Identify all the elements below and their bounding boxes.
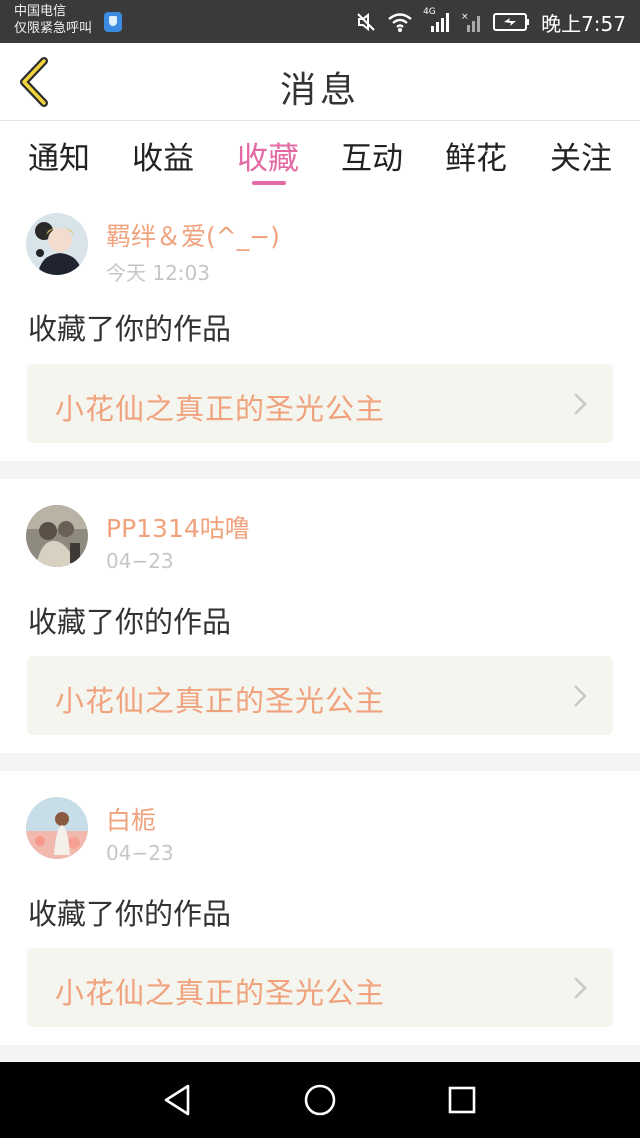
svg-text:×: × <box>461 12 469 22</box>
message-time: 今天 12:03 <box>106 261 210 285</box>
nav-back-button[interactable] <box>158 1080 198 1120</box>
mute-icon <box>357 12 375 32</box>
work-link[interactable]: 小花仙之真正的圣光公主 <box>27 656 613 735</box>
system-nav-bar <box>0 1062 640 1138</box>
clock: 晚上7:57 <box>541 11 626 36</box>
active-tab-indicator <box>252 181 286 185</box>
tab-earnings[interactable]: 收益 <box>118 133 208 178</box>
security-shield-icon <box>104 12 122 32</box>
message-card: 羁绊＆爱(^_−) 今天 12:03 收藏了你的作品 小花仙之真正的圣光公主 <box>0 199 640 461</box>
avatar[interactable] <box>26 213 88 275</box>
work-title: 小花仙之真正的圣光公主 <box>55 684 386 718</box>
message-action: 收藏了你的作品 <box>28 312 232 346</box>
tab-interactions[interactable]: 互动 <box>327 133 417 178</box>
message-list: 羁绊＆爱(^_−) 今天 12:03 收藏了你的作品 小花仙之真正的圣光公主 P… <box>0 199 640 1063</box>
chevron-right-icon <box>574 393 587 415</box>
message-time: 04−23 <box>106 549 174 573</box>
tab-notifications[interactable]: 通知 <box>14 133 104 178</box>
signal-no-sim-icon: × <box>461 12 481 32</box>
page-title: 消息 <box>279 70 360 111</box>
message-action: 收藏了你的作品 <box>28 605 232 639</box>
circle-home-icon <box>304 1084 336 1116</box>
battery-charging-icon <box>493 13 530 31</box>
tab-favorites[interactable]: 收藏 <box>223 133 313 178</box>
wifi-icon <box>388 13 412 32</box>
carrier-name: 中国电信 <box>14 4 67 19</box>
work-title: 小花仙之真正的圣光公主 <box>55 392 386 426</box>
message-action: 收藏了你的作品 <box>28 897 232 931</box>
triangle-back-icon <box>164 1084 190 1116</box>
tab-flowers[interactable]: 鲜花 <box>431 133 521 178</box>
message-card: PP1314咕噜 04−23 收藏了你的作品 小花仙之真正的圣光公主 <box>0 479 640 753</box>
user-name[interactable]: PP1314咕噜 <box>106 509 250 545</box>
avatar[interactable] <box>26 797 88 859</box>
emergency-only-label: 仅限紧急呼叫 <box>14 21 93 36</box>
tab-follows[interactable]: 关注 <box>536 133 626 178</box>
work-link[interactable]: 小花仙之真正的圣光公主 <box>27 364 613 443</box>
avatar[interactable] <box>26 505 88 567</box>
user-name[interactable]: 羁绊＆爱(^_−) <box>106 217 280 253</box>
status-bar: 中国电信 仅限紧急呼叫 4G × 晚上7:57 <box>0 0 640 43</box>
signal-4g-icon: 4G <box>423 7 451 33</box>
status-icons: 4G × 晚上7:57 <box>355 7 626 36</box>
chevron-right-icon <box>574 977 587 999</box>
nav-home-button[interactable] <box>300 1080 340 1120</box>
work-link[interactable]: 小花仙之真正的圣光公主 <box>27 948 613 1027</box>
user-name[interactable]: 白栀 <box>106 801 156 837</box>
chevron-right-icon <box>574 685 587 707</box>
message-card: 白栀 04−23 收藏了你的作品 小花仙之真正的圣光公主 <box>0 771 640 1045</box>
carrier-info: 中国电信 仅限紧急呼叫 <box>14 3 92 37</box>
square-recents-icon <box>448 1086 476 1114</box>
message-time: 04−23 <box>106 841 174 865</box>
work-title: 小花仙之真正的圣光公主 <box>55 976 386 1010</box>
app-header: 消息 <box>0 43 640 121</box>
message-tabs: 通知 收益 收藏 互动 鲜花 关注 <box>0 121 640 199</box>
nav-recents-button[interactable] <box>442 1080 482 1120</box>
